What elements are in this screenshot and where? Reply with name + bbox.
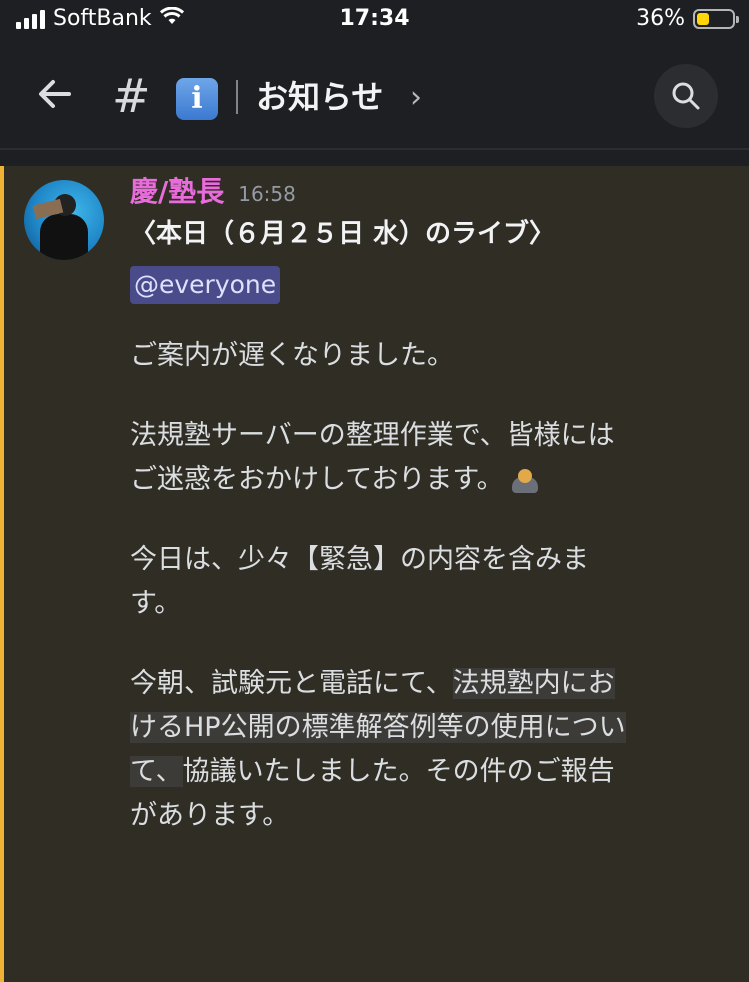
paragraph: 法規塾サーバーの整理作業で、皆様には ご迷惑をおかけしております。 <box>130 414 730 502</box>
highlighted-text: けるHP公開の標準解答例等の使用につい <box>130 712 626 743</box>
highlighted-text: 法規塾内にお <box>452 668 615 699</box>
message-header: 慶/塾長 16:58 <box>130 170 730 210</box>
search-button[interactable] <box>654 64 718 128</box>
hash-icon: # <box>112 69 151 123</box>
avatar[interactable] <box>24 180 104 260</box>
author-name[interactable]: 慶/塾長 <box>130 170 224 210</box>
battery-fill <box>697 12 710 25</box>
paragraph-text: 法規塾サーバーの整理作業で、皆様には <box>130 420 615 451</box>
everyone-mention[interactable]: @everyone <box>130 266 281 304</box>
paragraph-text: 今日は、少々【緊急】の内容を含みま <box>130 544 589 575</box>
channel-name[interactable]: お知らせ <box>256 72 383 122</box>
paragraph: 今朝、試験元と電話にて、法規塾内にお けるHP公開の標準解答例等の使用につい て… <box>130 662 730 838</box>
paragraph-text: があります。 <box>130 800 290 831</box>
search-icon <box>672 82 700 110</box>
paragraph-text: ご案内が遅くなりました。 <box>130 340 454 371</box>
paragraph-text: 協議いたしました。その件のご報告 <box>182 756 615 787</box>
paragraph: ご案内が遅くなりました。 <box>130 334 730 378</box>
paragraph-text: す。 <box>130 588 182 619</box>
arrow-left-icon <box>39 80 71 108</box>
message-timestamp: 16:58 <box>238 182 296 206</box>
battery-percent: 36% <box>636 6 685 31</box>
message-content: 慶/塾長 16:58 〈本日（６月２５日 水）のライブ〉 @everyone ご… <box>130 170 730 874</box>
back-button[interactable] <box>30 72 80 122</box>
channel-header: # i お知らせ › <box>0 42 749 150</box>
status-bar: SoftBank 17:34 36% <box>0 0 749 42</box>
battery-icon <box>693 8 739 29</box>
highlighted-message: 慶/塾長 16:58 〈本日（６月２５日 水）のライブ〉 @everyone ご… <box>0 166 749 982</box>
paragraph: 今日は、少々【緊急】の内容を含みま す。 <box>130 538 730 626</box>
bowing-person-icon <box>510 463 540 493</box>
message-title: 〈本日（６月２５日 水）のライブ〉 <box>130 219 556 249</box>
paragraph-text: ご迷惑をおかけしております。 <box>130 464 504 495</box>
battery-group: 36% <box>636 6 739 31</box>
highlighted-text: て、 <box>130 756 183 787</box>
information-icon: i <box>176 78 218 120</box>
message-body: ご案内が遅くなりました。 法規塾サーバーの整理作業で、皆様には ご迷惑をおかけし… <box>130 334 730 838</box>
header-divider <box>236 80 238 114</box>
paragraph-text: 今朝、試験元と電話にて、 <box>130 668 453 699</box>
chevron-right-icon[interactable]: › <box>410 76 422 120</box>
